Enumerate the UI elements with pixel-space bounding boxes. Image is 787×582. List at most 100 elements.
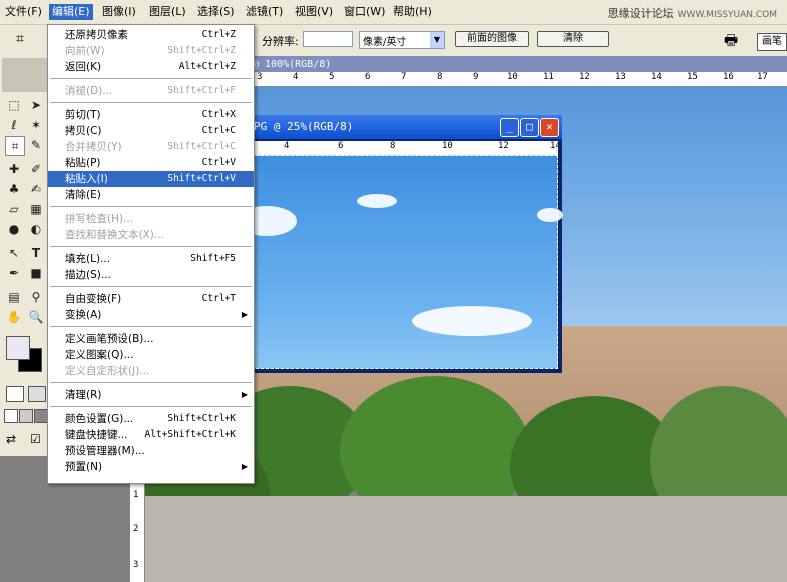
jump-to-imageready-icon[interactable]: ⇄ [6, 432, 16, 446]
edit-menu-item[interactable]: 填充(L)... Shift+F5 [48, 251, 254, 267]
edit-menu-item: 查找和替换文本(X)... [48, 227, 254, 243]
menu-window[interactable]: 窗口(W) [341, 4, 388, 20]
edit-menu-item: 定义自定形状(J)... [48, 363, 254, 379]
edit-menu-item[interactable]: 自由变换(F) Ctrl+T [48, 291, 254, 307]
magic-wand-icon[interactable]: ✶ [27, 116, 45, 134]
screen-mode-menu-icon[interactable] [19, 409, 33, 423]
crop-tool-icon[interactable]: ⌗ [16, 31, 24, 47]
slice-icon[interactable]: ✎ [27, 136, 45, 154]
screen-mode-standard-icon[interactable] [4, 409, 18, 423]
ruler-tick: 7 [401, 72, 407, 82]
crop-icon[interactable]: ⌗ [5, 136, 25, 156]
menu-item-shortcut: Ctrl+C [201, 125, 236, 136]
menu-filter[interactable]: 滤镜(T) [243, 4, 286, 20]
maximize-icon[interactable]: □ [520, 118, 539, 137]
menu-separator [50, 78, 252, 79]
zoom-icon[interactable]: 🔍 [27, 308, 45, 326]
menu-item-label: 定义自定形状(J)... [65, 365, 150, 377]
dodge-icon[interactable]: ◐ [27, 220, 45, 238]
quick-mask-icon[interactable] [28, 386, 46, 402]
edit-menu-item[interactable]: 还原拷贝像素 Ctrl+Z [48, 27, 254, 43]
edit-menu-item[interactable]: 清除(E) [48, 187, 254, 203]
move-icon[interactable]: ➤ [27, 96, 45, 114]
foreground-color-swatch[interactable] [6, 336, 30, 360]
healing-brush-icon[interactable]: ✚ [5, 160, 23, 178]
resolution-input[interactable] [303, 31, 353, 47]
menu-item-label: 自由变换(F) [65, 293, 122, 305]
edit-menu-item[interactable]: 描边(S)... [48, 267, 254, 283]
document-window[interactable]: PG @ 25%(RGB/8) _ □ ✕ 4 6 8 10 12 14 [232, 115, 563, 373]
edit-menu-item[interactable]: 粘贴入(I) Shift+Ctrl+V [48, 171, 254, 187]
history-brush-icon[interactable]: ✍ [27, 180, 45, 198]
unit-select[interactable]: 像素/英寸 ▼ [359, 31, 445, 49]
menu-help[interactable]: 帮助(H) [390, 4, 435, 20]
edit-menu-item[interactable]: 剪切(T) Ctrl+X [48, 107, 254, 123]
edit-menu-item: 消褪(D)... Shift+Ctrl+F [48, 83, 254, 99]
lasso-icon[interactable]: ℓ [5, 116, 23, 134]
marquee-icon[interactable]: ⬚ [5, 96, 23, 114]
edit-menu-item[interactable]: 拷贝(C) Ctrl+C [48, 123, 254, 139]
standard-mode-icon[interactable] [6, 386, 24, 402]
menu-item-shortcut: Shift+Ctrl+F [167, 85, 236, 96]
unit-select-value: 像素/英寸 [363, 37, 407, 48]
menu-bar: 文件(F) 编辑(E) 图像(I) 图层(L) 选择(S) 滤镜(T) 视图(V… [0, 0, 787, 25]
document-window-ruler[interactable]: 4 6 8 10 12 14 [236, 141, 558, 156]
edit-menu-item[interactable]: 预设管理器(M)... [48, 443, 254, 459]
eyedropper-icon[interactable]: ⚲ [27, 288, 45, 306]
menu-item-label: 定义画笔预设(B)... [65, 333, 154, 345]
minimize-icon[interactable]: _ [500, 118, 519, 137]
document-window-titlebar[interactable]: PG @ 25%(RGB/8) _ □ ✕ [232, 115, 562, 139]
ruler-tick: 14 [651, 72, 662, 82]
edit-menu-item[interactable]: 粘贴(P) Ctrl+V [48, 155, 254, 171]
edit-menu-item[interactable]: 键盘快捷键... Alt+Shift+Ctrl+K [48, 427, 254, 443]
menu-item-label: 填充(L)... [65, 253, 111, 265]
menu-select[interactable]: 选择(S) [194, 4, 238, 20]
edit-menu-item[interactable]: 颜色设置(G)... Shift+Ctrl+K [48, 411, 254, 427]
menu-item-label: 清理(R) [65, 389, 102, 401]
menu-item-shortcut: Shift+Ctrl+K [167, 413, 236, 424]
front-image-button[interactable]: 前面的图像 [455, 31, 529, 47]
check-icon[interactable]: ☑ [30, 432, 41, 446]
menu-image[interactable]: 图像(I) [99, 4, 139, 20]
cloud [412, 306, 532, 336]
menu-item-label: 查找和替换文本(X)... [65, 229, 164, 241]
printer-icon[interactable]: 🖶 [724, 30, 738, 55]
vertical-ruler[interactable]: 1 2 3 [130, 480, 145, 582]
notes-icon[interactable]: ▤ [5, 288, 23, 306]
close-icon[interactable]: ✕ [540, 118, 559, 137]
menu-item-shortcut: Ctrl+V [201, 157, 236, 168]
clear-button[interactable]: 清除 [537, 31, 609, 47]
hand-icon[interactable]: ✋ [5, 308, 23, 326]
chevron-down-icon[interactable]: ▼ [430, 32, 444, 48]
menu-edit[interactable]: 编辑(E) [49, 4, 93, 20]
pen-icon[interactable]: ✒ [5, 264, 23, 282]
brush-palette-tab[interactable]: 画笔 [757, 33, 787, 51]
blur-icon[interactable]: ● [5, 220, 23, 238]
path-select-icon[interactable]: ↖ [5, 244, 23, 262]
shape-icon[interactable]: ■ [27, 264, 45, 282]
menu-view[interactable]: 视图(V) [292, 4, 336, 20]
brush-icon[interactable]: ✐ [27, 160, 45, 178]
edit-menu-item[interactable]: 定义图案(Q)... [48, 347, 254, 363]
gradient-icon[interactable]: ▦ [27, 200, 45, 218]
ruler-tick: 5 [329, 72, 335, 82]
edit-menu-item[interactable]: 预置(N) ▶ [48, 459, 254, 475]
menu-layer[interactable]: 图层(L) [146, 4, 189, 20]
type-icon[interactable]: T [27, 244, 45, 262]
ruler-tick: 12 [579, 72, 590, 82]
eraser-icon[interactable]: ▱ [5, 200, 23, 218]
edit-menu-item[interactable]: 返回(K) Alt+Ctrl+Z [48, 59, 254, 75]
edit-menu-item[interactable]: 变换(A) ▶ [48, 307, 254, 323]
stamp-icon[interactable]: ♣ [5, 180, 23, 198]
horizontal-ruler[interactable]: 3 4 5 6 7 8 9 10 11 12 13 14 15 16 17 [253, 72, 787, 87]
document-selection-area[interactable] [236, 155, 563, 369]
screen-mode-full-icon[interactable] [34, 409, 48, 423]
menu-item-label: 颜色设置(G)... [65, 413, 134, 425]
menu-item-label: 合并拷贝(Y) [65, 141, 122, 153]
edit-menu-item[interactable]: 清理(R) ▶ [48, 387, 254, 403]
menu-file[interactable]: 文件(F) [2, 4, 45, 20]
edit-menu-item: 合并拷贝(Y) Shift+Ctrl+C [48, 139, 254, 155]
menu-item-label: 向前(W) [65, 45, 105, 57]
ruler-tick: 10 [442, 141, 453, 151]
edit-menu-item[interactable]: 定义画笔预设(B)... [48, 331, 254, 347]
